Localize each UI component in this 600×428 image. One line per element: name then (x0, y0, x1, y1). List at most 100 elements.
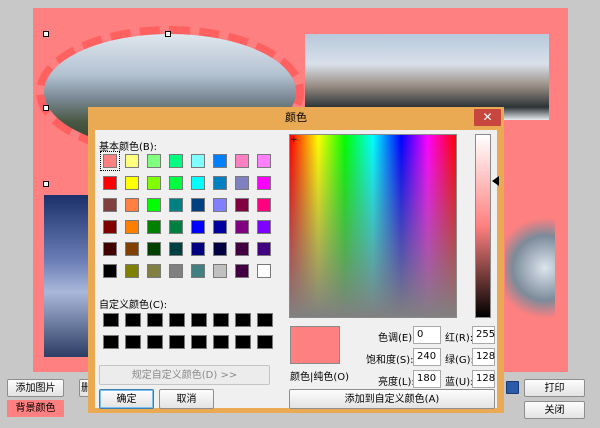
basic-color-swatch[interactable] (169, 154, 183, 168)
custom-color-swatch[interactable] (147, 313, 163, 327)
define-custom-colors-button[interactable]: 规定自定义颜色(D) >> (99, 365, 270, 385)
close-icon[interactable]: ✕ (474, 109, 501, 126)
basic-color-swatch[interactable] (147, 242, 161, 256)
blue-input[interactable]: 128 (472, 370, 495, 388)
basic-color-swatch[interactable] (169, 242, 183, 256)
basic-color-swatch[interactable] (125, 264, 139, 278)
basic-color-swatch[interactable] (213, 264, 227, 278)
basic-color-swatch[interactable] (103, 242, 117, 256)
custom-color-swatch[interactable] (147, 335, 163, 349)
basic-color-swatch[interactable] (191, 264, 205, 278)
luminance-slider[interactable] (475, 134, 491, 318)
basic-color-swatch[interactable] (257, 220, 271, 234)
basic-color-swatch[interactable] (235, 154, 249, 168)
basic-color-swatch[interactable] (125, 176, 139, 190)
ok-button[interactable]: 确定 (99, 389, 154, 409)
basic-color-swatch[interactable] (213, 154, 227, 168)
basic-color-swatch[interactable] (169, 198, 183, 212)
red-label: 红(R): (445, 333, 474, 344)
luminance-label: 亮度(L): (378, 377, 415, 388)
basic-color-swatch[interactable] (103, 220, 117, 234)
basic-color-swatch[interactable] (103, 176, 117, 190)
basic-color-swatch[interactable] (103, 198, 117, 212)
add-to-custom-colors-button[interactable]: 添加到自定义颜色(A) (289, 389, 495, 409)
custom-color-swatch[interactable] (103, 335, 119, 349)
print-button[interactable]: 打印 (524, 379, 585, 397)
luminance-input[interactable]: 180 (413, 370, 441, 388)
custom-color-swatch[interactable] (257, 335, 273, 349)
basic-color-swatch[interactable] (169, 264, 183, 278)
basic-color-swatch[interactable] (169, 220, 183, 234)
basic-color-swatch[interactable] (103, 264, 117, 278)
save-icon[interactable] (506, 381, 519, 394)
cancel-button[interactable]: 取消 (159, 389, 214, 409)
custom-color-swatch[interactable] (169, 335, 185, 349)
basic-color-swatch[interactable] (191, 220, 205, 234)
basic-color-swatch[interactable] (147, 176, 161, 190)
resize-handle[interactable] (43, 181, 49, 187)
basic-color-swatch[interactable] (213, 242, 227, 256)
basic-color-swatch[interactable] (191, 154, 205, 168)
basic-color-swatch[interactable] (235, 264, 249, 278)
hue-input[interactable]: 0 (413, 326, 441, 344)
custom-color-swatch[interactable] (191, 313, 207, 327)
basic-color-swatch[interactable] (235, 220, 249, 234)
basic-color-swatch[interactable] (257, 264, 271, 278)
basic-color-swatch[interactable] (213, 220, 227, 234)
custom-color-swatch[interactable] (191, 335, 207, 349)
custom-color-swatch[interactable] (103, 313, 119, 327)
basic-color-swatch[interactable] (213, 176, 227, 190)
basic-color-swatch[interactable] (191, 242, 205, 256)
basic-color-swatch[interactable] (169, 176, 183, 190)
add-image-button[interactable]: 添加图片 (7, 379, 64, 397)
winter-photo[interactable] (505, 208, 555, 328)
basic-color-swatch[interactable] (147, 220, 161, 234)
basic-color-swatch[interactable] (147, 264, 161, 278)
basic-color-swatch[interactable] (257, 242, 271, 256)
basic-color-swatch[interactable] (235, 198, 249, 212)
basic-color-swatch[interactable] (257, 176, 271, 190)
basic-color-swatch[interactable] (125, 198, 139, 212)
blue-label: 蓝(U): (445, 377, 474, 388)
basic-color-swatch[interactable] (100, 151, 120, 171)
custom-colors-label: 自定义颜色(C): (99, 300, 168, 311)
basic-color-swatch[interactable] (147, 154, 161, 168)
background-color-swatch[interactable]: 背景颜色 (7, 400, 64, 417)
basic-color-swatch[interactable] (235, 176, 249, 190)
crosshair-icon[interactable]: + (290, 136, 298, 145)
saturation-label: 饱和度(S): (366, 355, 414, 366)
basic-color-swatch[interactable] (235, 242, 249, 256)
color-spectrum[interactable] (289, 134, 457, 318)
color-preview (290, 326, 340, 364)
dialog-title: 颜色 (285, 111, 307, 124)
resize-handle[interactable] (165, 31, 171, 37)
basic-color-swatch[interactable] (147, 198, 161, 212)
red-input[interactable]: 255 (472, 326, 495, 344)
basic-color-swatch[interactable] (191, 176, 205, 190)
green-input[interactable]: 128 (472, 348, 495, 366)
sunset-photo[interactable] (44, 195, 89, 357)
luminance-arrow-icon[interactable] (492, 176, 499, 186)
custom-color-swatch[interactable] (235, 335, 251, 349)
custom-color-swatch[interactable] (125, 335, 141, 349)
custom-color-swatch[interactable] (235, 313, 251, 327)
basic-color-swatch[interactable] (213, 198, 227, 212)
resize-handle[interactable] (43, 31, 49, 37)
custom-color-swatch[interactable] (213, 335, 229, 349)
saturation-input[interactable]: 240 (413, 348, 441, 366)
hue-label: 色调(E): (378, 333, 416, 344)
custom-color-swatch[interactable] (257, 313, 273, 327)
resize-handle[interactable] (43, 105, 49, 111)
basic-color-swatch[interactable] (257, 198, 271, 212)
custom-color-swatch[interactable] (169, 313, 185, 327)
basic-color-swatch[interactable] (125, 242, 139, 256)
custom-color-swatch[interactable] (213, 313, 229, 327)
custom-color-swatch[interactable] (125, 313, 141, 327)
basic-color-swatch[interactable] (257, 154, 271, 168)
close-button[interactable]: 关闭 (524, 401, 585, 419)
green-label: 绿(G): (445, 355, 474, 366)
basic-color-swatch[interactable] (125, 220, 139, 234)
basic-color-swatch[interactable] (191, 198, 205, 212)
basic-color-swatch[interactable] (125, 154, 139, 168)
dialog-body: 基本颜色(B): 自定义颜色(C): 规定自定义颜色(D) >> 确定 取消 +… (95, 130, 499, 409)
